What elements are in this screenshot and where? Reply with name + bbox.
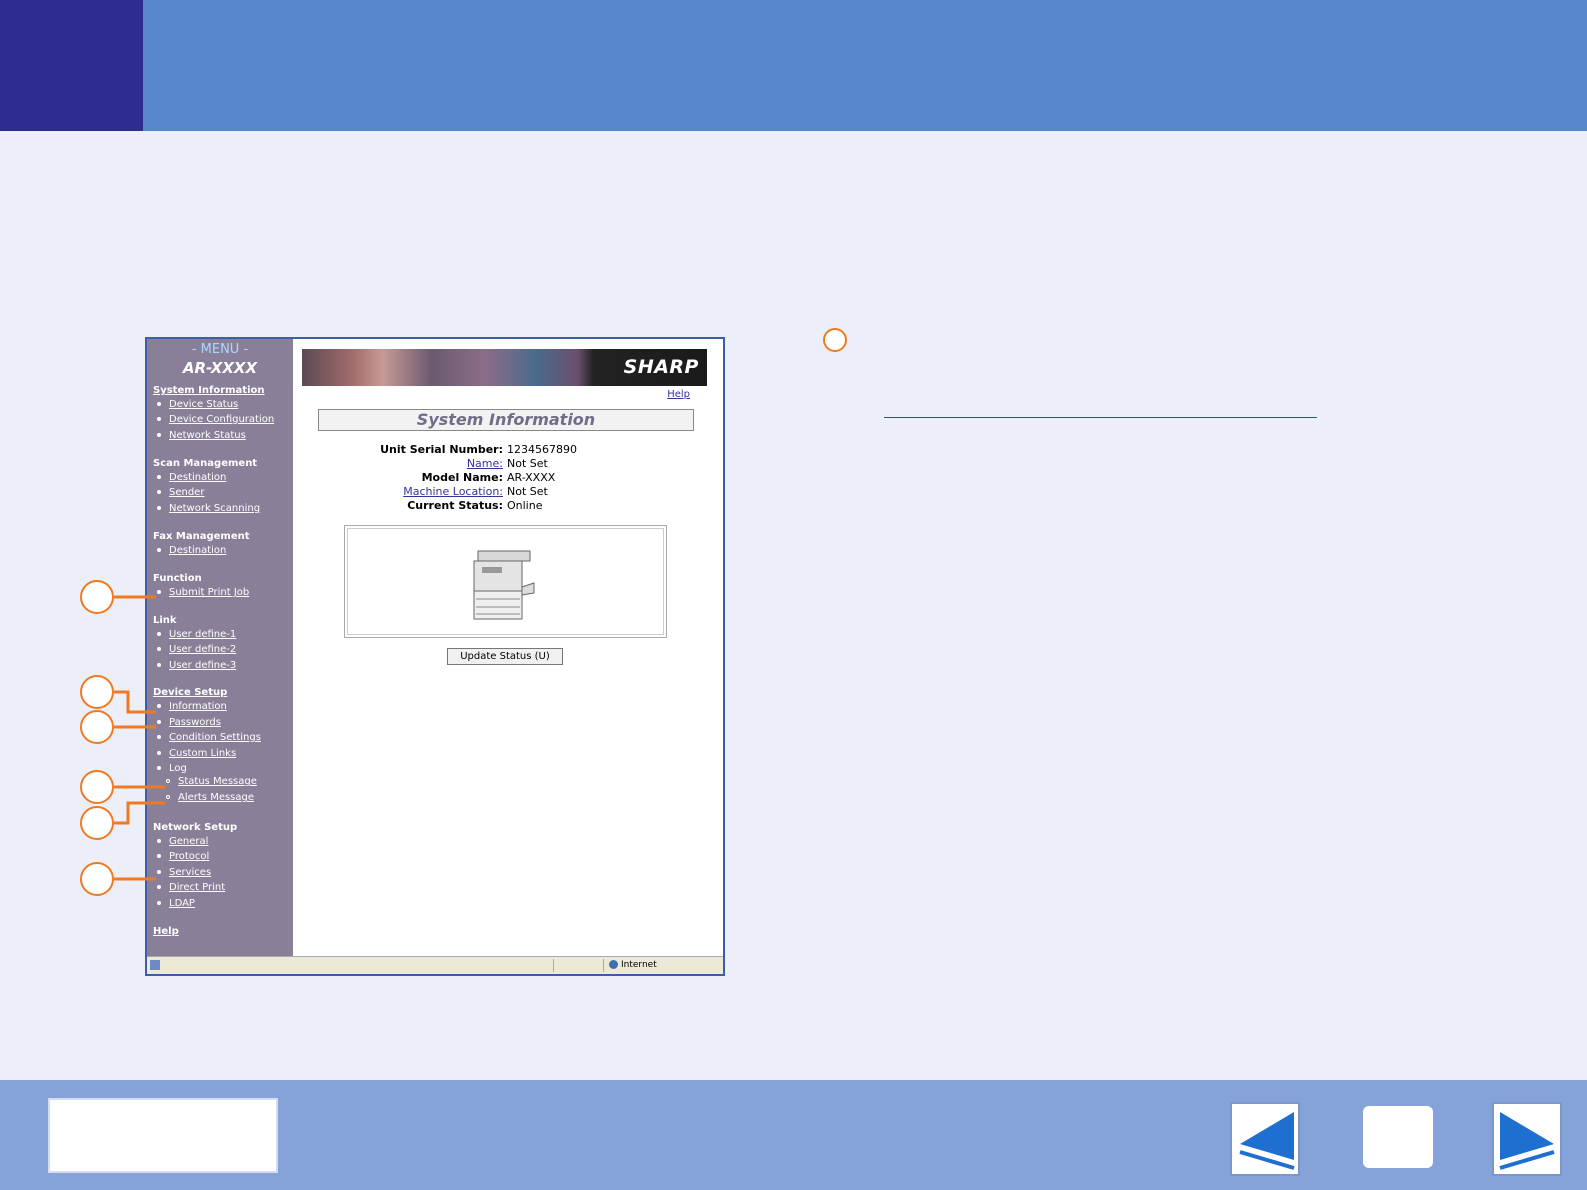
callout-circle-explanation: [823, 328, 847, 352]
callout-circle-4: [80, 770, 114, 804]
next-page-button[interactable]: [1492, 1102, 1562, 1176]
arrow-right-icon: [1499, 1112, 1555, 1170]
divider-line: [884, 417, 1317, 418]
contents-button[interactable]: [48, 1098, 278, 1173]
callout-circle-1: [80, 580, 114, 614]
previous-page-button[interactable]: [1230, 1102, 1300, 1176]
callout-lines: [114, 595, 165, 881]
callout-circle-2: [80, 675, 114, 709]
callout-circle-5: [80, 806, 114, 840]
callout-line-5: [114, 801, 165, 825]
callout-line-2: [114, 690, 156, 714]
arrow-left-icon: [1239, 1112, 1295, 1170]
callout-circle-6: [80, 862, 114, 896]
callout-circle-3: [80, 710, 114, 744]
home-button[interactable]: [1363, 1106, 1433, 1168]
